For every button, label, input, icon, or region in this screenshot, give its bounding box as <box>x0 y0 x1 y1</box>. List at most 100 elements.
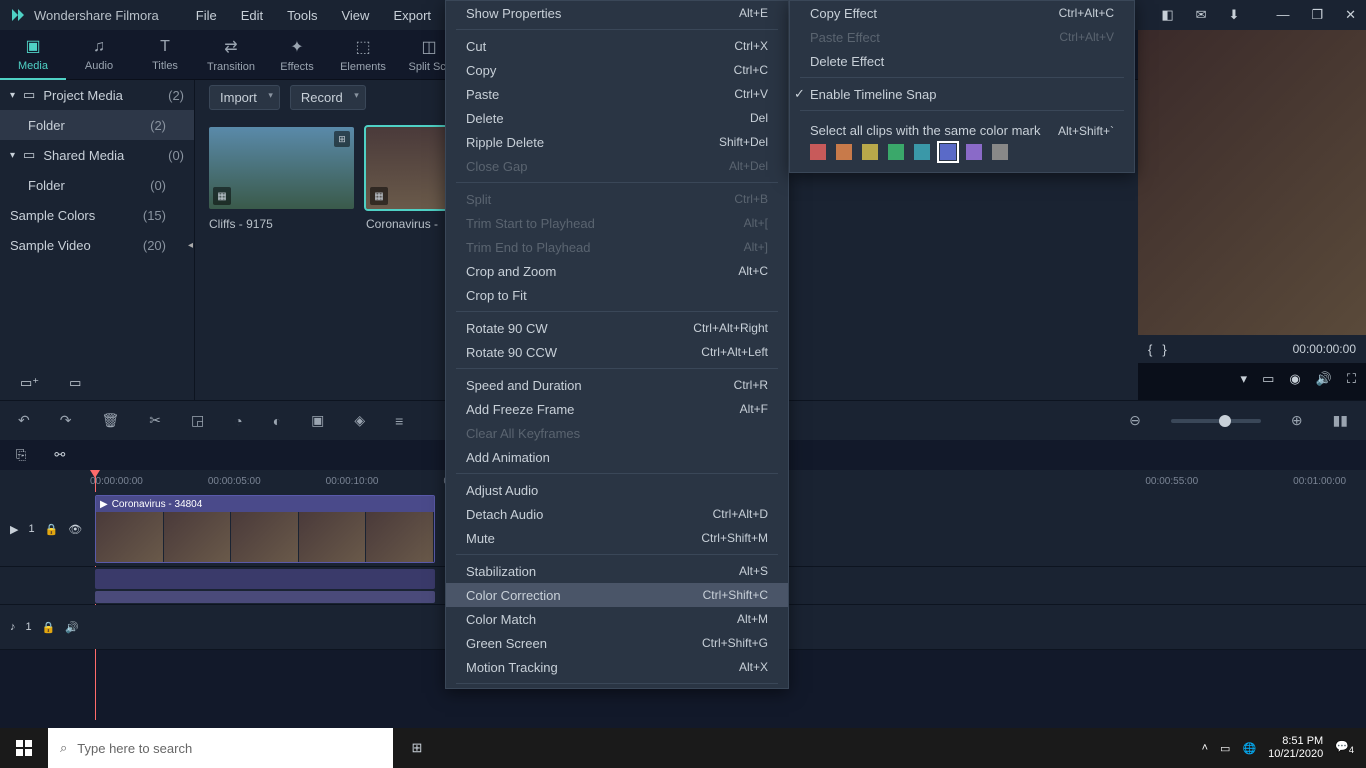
battery-icon[interactable]: ▭ <box>1220 742 1230 755</box>
color-swatch-orange[interactable] <box>836 144 852 160</box>
cm-stabilization[interactable]: StabilizationAlt+S <box>446 559 788 583</box>
color-icon[interactable]: ◐ <box>273 413 281 429</box>
mail-icon[interactable]: ✉ <box>1196 7 1207 23</box>
sidebar-shared-media[interactable]: ▾ ▭ Shared Media (0) <box>0 140 194 170</box>
color-swatch-blue[interactable] <box>940 144 956 160</box>
cm-cut[interactable]: CutCtrl+X <box>446 34 788 58</box>
cm-show-properties[interactable]: Show PropertiesAlt+E <box>446 1 788 25</box>
media-thumb-cliffs[interactable]: ▦⊞ Cliffs - 9175 <box>209 127 354 231</box>
tray-up-icon[interactable]: ˄ <box>1202 742 1208 754</box>
cm-crop-zoom[interactable]: Crop and ZoomAlt+C <box>446 259 788 283</box>
taskbar-clock[interactable]: 8:51 PM10/21/2020 <box>1268 735 1323 761</box>
add-folder-icon[interactable]: ▭⁺ <box>20 375 39 391</box>
zoom-in-icon[interactable]: ⊕ <box>1291 412 1303 429</box>
notification-center-icon[interactable]: 💬4 <box>1335 740 1354 755</box>
tab-titles[interactable]: TTitles <box>132 30 198 80</box>
network-icon[interactable]: 🌐 <box>1242 742 1256 755</box>
sidebar-folder-2[interactable]: Folder (0) <box>0 170 194 200</box>
brace-in[interactable]: { <box>1148 342 1152 357</box>
quality-dropdown[interactable]: ▾ <box>1241 371 1248 387</box>
notification-icon[interactable]: ◧ <box>1161 7 1173 23</box>
cm-copy[interactable]: CopyCtrl+C <box>446 58 788 82</box>
cut-icon[interactable]: ✂ <box>149 412 161 429</box>
cm-speed[interactable]: Speed and DurationCtrl+R <box>446 373 788 397</box>
tab-audio[interactable]: ♫Audio <box>66 30 132 80</box>
cm-detach-audio[interactable]: Detach AudioCtrl+Alt+D <box>446 502 788 526</box>
keyframe-icon[interactable]: ◈ <box>354 412 365 429</box>
settings-icon[interactable]: ≡ <box>395 413 403 429</box>
cm-color-correction[interactable]: Color CorrectionCtrl+Shift+C <box>446 583 788 607</box>
folder-icon[interactable]: ▭ <box>69 375 81 391</box>
timeline-copy-icon[interactable]: ⎘ <box>16 447 26 463</box>
cm-freeze[interactable]: Add Freeze FrameAlt+F <box>446 397 788 421</box>
maximize-button[interactable]: ❐ <box>1311 7 1323 23</box>
zoom-fit-icon[interactable]: ▮▮ <box>1333 412 1348 429</box>
start-button[interactable] <box>0 728 48 768</box>
undo-icon[interactable]: ↶ <box>18 412 30 429</box>
display-icon[interactable]: ▭ <box>1262 371 1274 387</box>
menu-file[interactable]: File <box>184 2 229 29</box>
sidebar-project-media[interactable]: ▾ ▭ Project Media (2) <box>0 80 194 110</box>
cm-ripple-delete[interactable]: Ripple DeleteShift+Del <box>446 130 788 154</box>
color-swatch-red[interactable] <box>810 144 826 160</box>
cm-paste[interactable]: PasteCtrl+V <box>446 82 788 106</box>
menu-tools[interactable]: Tools <box>275 2 329 29</box>
delete-icon[interactable]: 🗑 <box>101 412 119 429</box>
cm-delete[interactable]: DeleteDel <box>446 106 788 130</box>
cm-color-match[interactable]: Color MatchAlt+M <box>446 607 788 631</box>
eye-icon[interactable]: 👁 <box>68 523 82 536</box>
zoom-slider[interactable] <box>1171 419 1261 423</box>
cm-copy-effect[interactable]: Copy EffectCtrl+Alt+C <box>790 1 1134 25</box>
fullscreen-icon[interactable]: ⛶ <box>1347 371 1356 387</box>
audio-track-head[interactable]: ♪1 🔒 🔊 <box>0 605 90 649</box>
close-button[interactable]: ✕ <box>1345 7 1356 23</box>
color-swatch-purple[interactable] <box>966 144 982 160</box>
cm-mute[interactable]: MuteCtrl+Shift+M <box>446 526 788 550</box>
import-dropdown[interactable]: Import <box>209 85 280 110</box>
snapshot-icon[interactable]: ◉ <box>1289 371 1300 387</box>
speaker-icon[interactable]: 🔊 <box>65 621 79 634</box>
crop-icon[interactable]: ◲ <box>191 412 204 429</box>
linked-audio-clip[interactable] <box>95 569 435 589</box>
cm-animation[interactable]: Add Animation <box>446 445 788 469</box>
color-swatch-gray[interactable] <box>992 144 1008 160</box>
brace-out[interactable]: } <box>1162 342 1166 357</box>
cm-crop-fit[interactable]: Crop to Fit <box>446 283 788 307</box>
cm-motion-tracking[interactable]: Motion TrackingAlt+X <box>446 655 788 679</box>
sidebar-sample-video[interactable]: Sample Video (20) <box>0 230 194 260</box>
color-swatch-green[interactable] <box>888 144 904 160</box>
timeline-link-icon[interactable]: ⚯ <box>54 447 65 463</box>
task-view-icon[interactable]: ⊞ <box>393 728 441 768</box>
add-icon[interactable]: ▦ <box>370 187 388 205</box>
linked-audio-clip-2[interactable] <box>95 591 435 603</box>
color-swatch-teal[interactable] <box>914 144 930 160</box>
minimize-button[interactable]: — <box>1276 7 1289 23</box>
color-swatch-yellow[interactable] <box>862 144 878 160</box>
tab-effects[interactable]: ✦Effects <box>264 30 330 80</box>
lock-icon[interactable]: 🔒 <box>42 621 56 634</box>
sidebar-folder-1[interactable]: Folder (2) <box>0 110 194 140</box>
video-track-head[interactable]: ▶1 🔒 👁 <box>0 492 90 566</box>
lock-icon[interactable]: 🔒 <box>45 523 59 536</box>
splitter-handle[interactable]: ◂ <box>188 240 193 251</box>
cm-timeline-snap[interactable]: ✓Enable Timeline Snap <box>790 82 1134 106</box>
greenscreen-icon[interactable]: ▣ <box>311 412 324 429</box>
timeline-clip[interactable]: ▶Coronavirus - 34804 <box>95 495 435 563</box>
add-icon[interactable]: ▦ <box>213 187 231 205</box>
menu-export[interactable]: Export <box>381 2 443 29</box>
sidebar-sample-colors[interactable]: Sample Colors (15) <box>0 200 194 230</box>
tab-media[interactable]: ▣Media <box>0 30 66 80</box>
redo-icon[interactable]: ↷ <box>60 412 72 429</box>
tab-elements[interactable]: ⬚Elements <box>330 30 396 80</box>
cm-green-screen[interactable]: Green ScreenCtrl+Shift+G <box>446 631 788 655</box>
record-dropdown[interactable]: Record <box>290 85 366 110</box>
zoom-out-icon[interactable]: ⊖ <box>1129 412 1141 429</box>
cm-rotate-ccw[interactable]: Rotate 90 CCWCtrl+Alt+Left <box>446 340 788 364</box>
cm-adjust-audio[interactable]: Adjust Audio <box>446 478 788 502</box>
download-icon[interactable]: ⬇ <box>1229 7 1240 23</box>
tab-transition[interactable]: ⇄Transition <box>198 30 264 80</box>
taskbar-search[interactable]: ⌕Type here to search <box>48 728 393 768</box>
preview-viewport[interactable] <box>1138 30 1366 335</box>
cm-delete-effect[interactable]: Delete Effect <box>790 49 1134 73</box>
menu-view[interactable]: View <box>329 2 381 29</box>
